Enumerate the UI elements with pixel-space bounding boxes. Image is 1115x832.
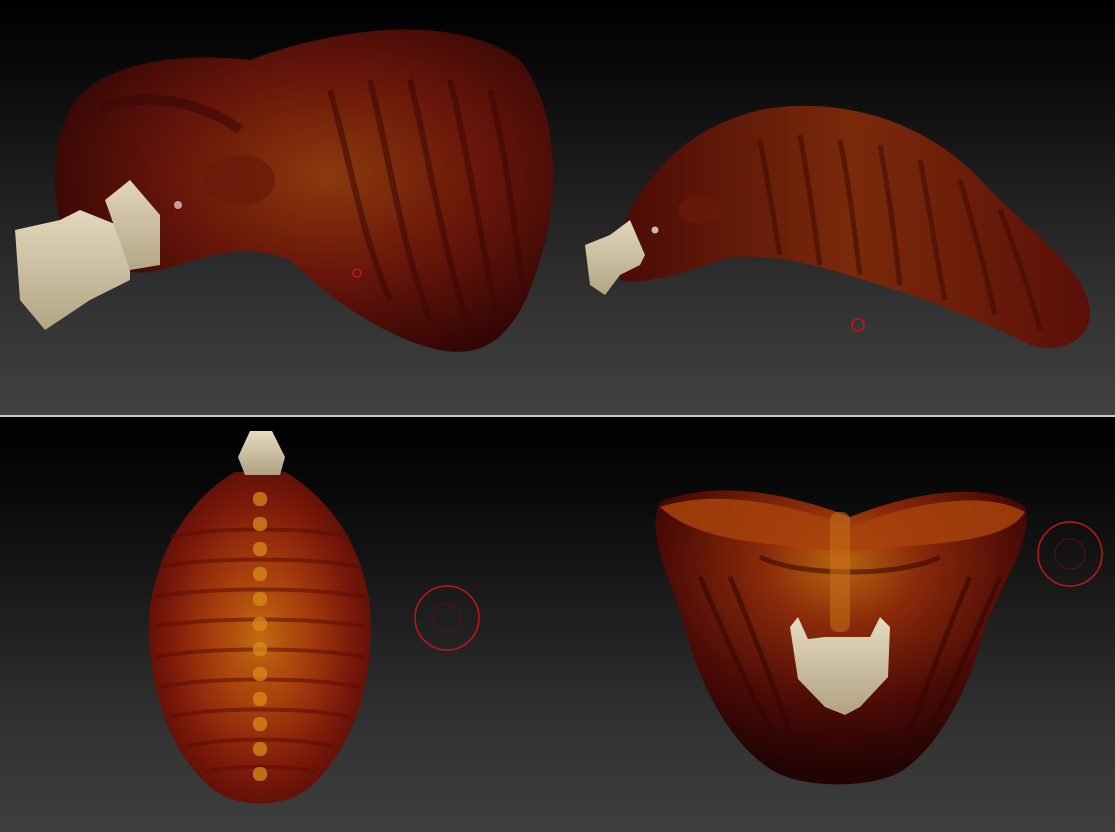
creature-front-view [655, 490, 1103, 785]
creature-top-view [149, 431, 480, 804]
creature-side-left [15, 29, 554, 352]
creature-side-right [585, 105, 1091, 349]
canvas-bottom[interactable] [0, 417, 1115, 832]
brush-cursor-small [851, 318, 865, 332]
brush-ring-right [1037, 521, 1103, 587]
viewport-bottom[interactable] [0, 417, 1115, 832]
brush-ring [414, 585, 480, 651]
bone-tusk [15, 210, 130, 330]
canvas-top[interactable] [0, 0, 1115, 415]
viewport-top[interactable] [0, 0, 1115, 415]
